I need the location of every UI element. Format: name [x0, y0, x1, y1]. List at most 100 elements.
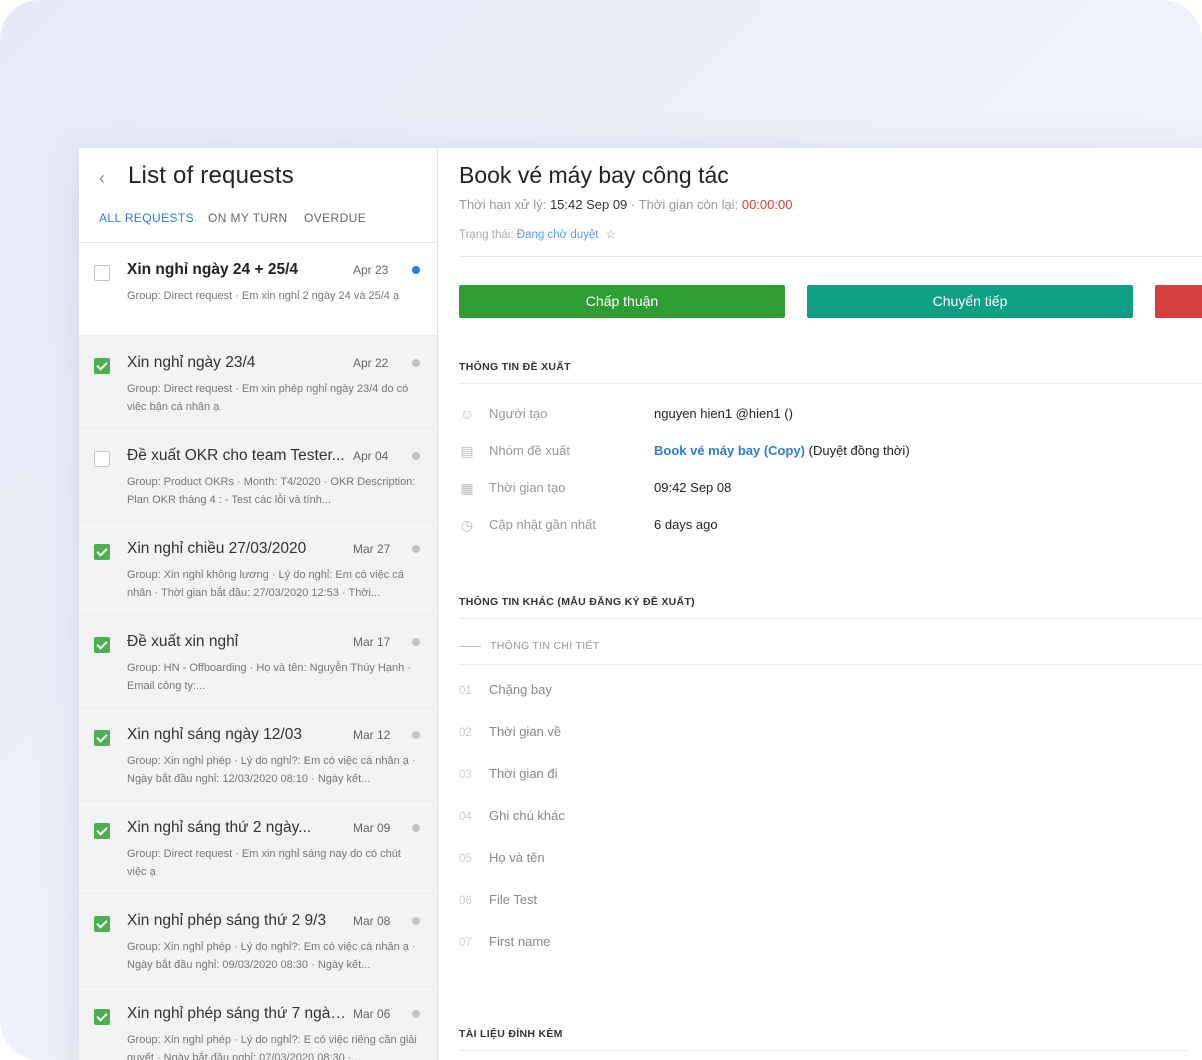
creator-value: nguyen hien1 @hien1 () — [654, 406, 793, 421]
subsection-divider — [459, 664, 1202, 665]
approve-button[interactable]: Chấp thuận — [459, 285, 785, 318]
request-list-item[interactable]: Đề xuất xin nghỉ Mar 17 Group: HN - Offboa… — [79, 615, 437, 708]
field-number: 06 — [459, 895, 472, 907]
request-list-item[interactable]: Xin nghỉ phép sáng thứ 2 9/3 Mar 08 Group:… — [79, 894, 437, 987]
status-dot — [412, 638, 420, 646]
request-date: Mar 27 — [353, 542, 391, 556]
user-icon: ☺ — [459, 406, 475, 422]
checkbox[interactable] — [94, 451, 110, 467]
field-label: Chặng bay — [489, 682, 552, 697]
field-label: Thời gian về — [489, 724, 562, 739]
request-date: Mar 12 — [353, 728, 391, 742]
deadline-line: Thời hạn xử lý: 15:42 Sep 09 · Thời gian… — [459, 197, 792, 212]
field-number: 03 — [459, 769, 472, 781]
request-list-item[interactable]: Xin nghỉ ngày 24 + 25/4 Apr 23 Group: Dire… — [79, 243, 437, 336]
checkbox[interactable] — [94, 1009, 110, 1025]
request-list: Xin nghỉ ngày 24 + 25/4 Apr 23 Group: Dire… — [79, 243, 437, 1060]
list-title: List of requests — [128, 162, 294, 189]
status-line: Trạng thái: Đang chờ duyệt ☆ — [459, 227, 616, 241]
tab-on-my-turn[interactable]: ON MY TURN — [208, 211, 288, 225]
checkbox[interactable] — [94, 358, 110, 374]
created-value: 09:42 Sep 08 — [654, 480, 732, 495]
star-icon[interactable]: ☆ — [606, 229, 616, 241]
request-date: Apr 23 — [353, 263, 389, 277]
field-label: First name — [489, 934, 551, 949]
request-date: Mar 09 — [353, 821, 391, 835]
status-dot — [412, 266, 420, 274]
status-value: Đang chờ duyệt — [516, 229, 599, 241]
tab-overdue[interactable]: OVERDUE — [304, 211, 366, 225]
field-number: 05 — [459, 853, 472, 865]
request-date: Apr 04 — [353, 449, 389, 463]
checkbox[interactable] — [94, 637, 110, 653]
request-list-item[interactable]: Xin nghỉ sáng thứ 2 ngày... Mar 09 Group: … — [79, 801, 437, 894]
section-divider — [459, 383, 1202, 384]
request-list-item[interactable]: Xin nghỉ chiều 27/03/2020 Mar 27 Group: Xi… — [79, 522, 437, 615]
request-description: Group: Xin nghỉ phép · Lý do nghỉ?: Em c… — [127, 941, 416, 971]
detail-field-row: 06 File Test — [459, 892, 537, 907]
checkbox[interactable] — [94, 916, 110, 932]
field-label: File Test — [489, 892, 538, 907]
field-label: Họ và tên — [489, 850, 545, 865]
forward-button[interactable]: Chuyển tiếp — [807, 285, 1133, 318]
field-number: 01 — [459, 685, 472, 697]
request-description: Group: Xin nghỉ không lương · Lý do nghỉ… — [127, 569, 404, 599]
checkbox[interactable] — [94, 730, 110, 746]
group-value: Book vé máy bay (Copy) (Duyệt đồng thời) — [654, 443, 910, 458]
status-dot — [412, 917, 420, 925]
group-link[interactable]: Book vé máy bay (Copy) — [654, 443, 805, 458]
request-title: Xin nghỉ ngày 24 + 25/4 — [127, 261, 298, 278]
field-number: 02 — [459, 727, 472, 739]
request-list-item[interactable]: Đề xuất OKR cho team Tester... Apr 04 Grou… — [79, 429, 437, 522]
checkbox[interactable] — [94, 823, 110, 839]
background-stage: ‹ List of requests ALL REQUESTS ON MY TU… — [0, 0, 1202, 1060]
status-dot — [412, 1010, 420, 1018]
calendar-icon: ▦ — [460, 480, 474, 496]
group-suffix: (Duyệt đồng thời) — [808, 443, 910, 458]
detail-field-row: 04 Ghi chú khác — [459, 808, 565, 823]
dash-line — [459, 645, 481, 647]
request-title: Xin nghỉ sáng thứ 2 ngày... — [127, 819, 312, 836]
request-title: Xin nghỉ sáng ngày 12/03 — [127, 726, 302, 743]
request-list-item[interactable]: Xin nghỉ sáng ngày 12/03 Mar 12 Group: Xin… — [79, 708, 437, 801]
request-date: Apr 22 — [353, 356, 389, 370]
request-title: Xin nghỉ chiều 27/03/2020 — [127, 540, 307, 557]
field-label: Thời gian đi — [489, 766, 558, 781]
subsection-details: THÔNG TIN CHI TIẾT — [459, 640, 599, 652]
deadline-label: Thời hạn xử lý: — [459, 197, 547, 212]
status-dot — [412, 731, 420, 739]
reject-button[interactable] — [1155, 285, 1202, 318]
detail-title: Book vé máy bay công tác — [459, 162, 729, 188]
status-dot — [412, 359, 420, 367]
section-divider — [459, 1050, 1202, 1051]
request-description: Group: Direct request · Em xin phép nghỉ… — [127, 383, 409, 413]
deadline-value: 15:42 Sep 09 — [549, 197, 628, 212]
status-dot — [412, 824, 420, 832]
checkbox[interactable] — [94, 265, 110, 281]
request-list-item[interactable]: Xin nghỉ phép sáng thứ 7 ngày... Mar 06 Gr… — [79, 987, 437, 1060]
request-date: Mar 17 — [353, 635, 391, 649]
request-description: Group: Direct request · Em xin nghỉ 2 ng… — [127, 290, 400, 302]
section-other-info: THÔNG TIN KHÁC (MẪU ĐĂNG KÝ ĐỀ XUẤT) — [459, 596, 695, 608]
checkbox[interactable] — [94, 544, 110, 560]
request-title: Xin nghỉ ngày 23/4 — [127, 354, 256, 371]
request-description: Group: Product OKRs · Month: T4/2020 · O… — [127, 476, 416, 506]
detail-field-row: 05 Họ và tên — [459, 850, 545, 865]
detail-field-row: 02 Thời gian về — [459, 724, 561, 739]
request-title: Xin nghỉ phép sáng thứ 7 ngày... — [127, 1005, 347, 1022]
clock-icon: ◷ — [460, 517, 474, 533]
tab-all-requests[interactable]: ALL REQUESTS — [99, 211, 194, 225]
header-divider — [459, 256, 1202, 257]
request-description: Group: Xin nghỉ phép · Lý do nghỉ?: Em c… — [127, 755, 416, 785]
request-date: Mar 06 — [353, 1007, 391, 1021]
detail-field-row: 01 Chặng bay — [459, 682, 552, 697]
section-attachments: TÀI LIỆU ĐÍNH KÈM — [459, 1028, 563, 1040]
request-description: Group: HN - Offboarding · Họ và tên: Ngu… — [127, 662, 411, 692]
detail-field-row: 07 First name — [459, 934, 550, 949]
back-chevron-icon[interactable]: ‹ — [99, 168, 105, 189]
request-title: Đề xuất xin nghỉ — [127, 633, 239, 650]
subsection-label: THÔNG TIN CHI TIẾT — [490, 640, 600, 652]
created-label: Thời gian tạo — [489, 480, 566, 495]
request-list-item[interactable]: Xin nghỉ ngày 23/4 Apr 22 Group: Direct re… — [79, 336, 437, 429]
remaining-label: · Thời gian còn lại: — [630, 197, 739, 212]
